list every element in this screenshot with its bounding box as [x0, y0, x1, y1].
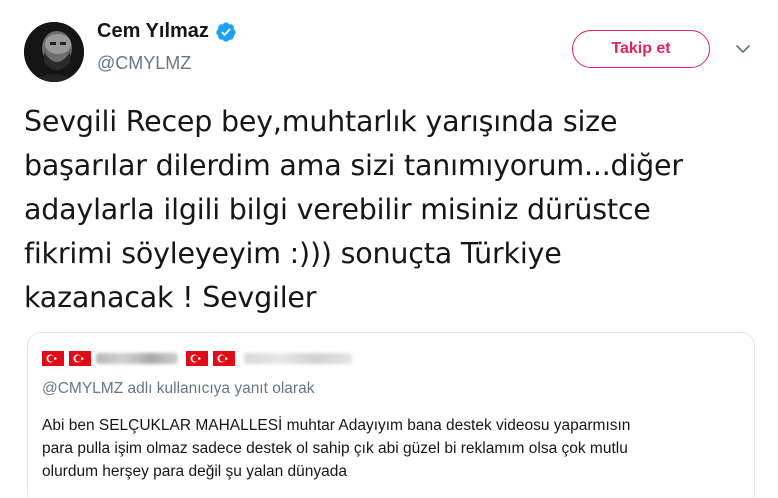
quoted-reply-context: @CMYLMZ adlı kullanıcıya yanıt olarak: [42, 380, 315, 397]
verified-badge-icon: [215, 21, 237, 43]
quoted-tweet-user[interactable]: [42, 349, 740, 367]
chevron-down-icon[interactable]: [734, 40, 752, 58]
tweet-text: Sevgili Recep bey,muhtarlık yarışında si…: [24, 105, 683, 314]
avatar[interactable]: [24, 22, 84, 82]
turkish-flag-icon: [186, 350, 208, 366]
author-handle[interactable]: @CMYLMZ: [97, 53, 191, 74]
turkish-flag-icon: [213, 350, 235, 366]
turkish-flag-icon: [42, 350, 64, 366]
follow-button[interactable]: Takip et: [572, 30, 710, 68]
profile-photo-icon: [24, 22, 84, 82]
blurred-handle: [244, 352, 352, 364]
author-display-name[interactable]: Cem Yılmaz: [97, 20, 209, 43]
quoted-tweet-text: Abi ben SELÇUKLAR MAHALLESİ muhtar Adayı…: [42, 417, 631, 480]
turkish-flag-icon: [69, 350, 91, 366]
author-name-row: Cem Yılmaz: [97, 20, 237, 43]
tweet-card: Cem Yılmaz @CMYLMZ Takip et Sevgili Rece…: [0, 0, 778, 498]
blurred-username: [96, 352, 178, 364]
quoted-tweet[interactable]: @CMYLMZ adlı kullanıcıya yanıt olarak Ab…: [27, 332, 755, 498]
